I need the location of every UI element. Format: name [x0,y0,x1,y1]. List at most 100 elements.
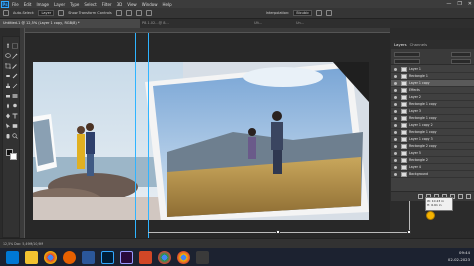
align-center-icon[interactable] [125,10,132,16]
rectangle-tool-icon[interactable] [12,123,18,129]
visibility-eye-icon[interactable] [394,103,397,106]
crop-tool-icon[interactable] [5,63,11,69]
transform-handle[interactable] [276,230,280,234]
visibility-eye-icon[interactable] [394,145,397,148]
chrome-icon-3[interactable] [177,250,190,264]
menu-filter[interactable]: Filter [102,2,112,7]
layer-row[interactable]: Rectangle 1 copy [391,129,474,136]
document-canvas[interactable] [33,62,369,220]
visibility-eye-icon[interactable] [394,117,397,120]
chrome-icon-2[interactable] [158,250,171,264]
horizontal-ruler[interactable] [20,28,390,33]
layer-row[interactable]: Layer 1 [391,66,474,73]
hand-tool-icon[interactable] [5,133,11,139]
menu-file[interactable]: File [12,2,19,7]
show-transform-checkbox[interactable] [58,10,65,16]
move-tool-icon[interactable] [5,43,11,49]
blend-mode-dropdown[interactable] [394,59,420,64]
media-icon[interactable] [196,250,209,264]
visibility-eye-icon[interactable] [394,68,397,71]
cancel-transform-icon[interactable] [316,10,322,16]
chrome-icon[interactable] [44,250,57,264]
menu-type[interactable]: Type [70,2,79,7]
tab-channels[interactable]: Channels [410,42,428,47]
layer-row[interactable]: Rectangle 2 copy [391,143,474,150]
clone-stamp-icon[interactable] [5,83,11,89]
menu-image[interactable]: Image [36,2,49,7]
vertical-guide[interactable] [135,33,136,238]
background-color-swatch[interactable] [10,153,17,160]
visibility-eye-icon[interactable] [394,138,397,141]
magic-wand-icon[interactable] [12,53,18,59]
layer-row[interactable]: Rectangle 1 [391,73,474,80]
distribute-icon[interactable] [145,10,152,16]
word-icon[interactable] [82,250,95,264]
layer-row[interactable]: Layer 1 copy 2 [391,122,474,129]
move-tool-icon[interactable] [3,10,9,16]
premiere-icon[interactable] [120,250,133,264]
interpolation-dropdown[interactable]: Bicubic [293,10,312,16]
system-tray-clock[interactable]: 09:44 02-02-2023 [448,249,470,263]
healing-brush-icon[interactable] [5,73,11,79]
minimize-button[interactable]: — [446,1,451,7]
zoom-tool-icon[interactable] [12,133,18,139]
layer-row[interactable]: Layer 3 [391,108,474,115]
menu-select[interactable]: Select [84,2,96,7]
layer-row[interactable]: Effects [391,87,474,94]
pen-tool-icon[interactable] [5,113,11,119]
tab-document-3[interactable]: Ult... [254,19,294,28]
layer-row[interactable]: Rectangle 1 copy [391,115,474,122]
link-layers-icon[interactable] [418,194,423,199]
layer-row[interactable]: Layer 1 copy [391,80,474,87]
visibility-eye-icon[interactable] [394,110,397,113]
gradient-tool-icon[interactable] [12,93,18,99]
restore-button[interactable]: ❐ [457,1,461,7]
visibility-eye-icon[interactable] [394,173,397,176]
layer-row[interactable]: Rectangle 2 [391,157,474,164]
tab-document-4[interactable]: Un... [296,19,326,28]
eraser-tool-icon[interactable] [5,93,11,99]
layer-row[interactable]: Layer 4 [391,164,474,171]
marquee-tool-icon[interactable] [12,43,18,49]
path-selection-icon[interactable] [5,123,11,129]
menu-3d[interactable]: 3D [117,2,123,7]
layer-row[interactable]: Layer 2 [391,94,474,101]
commit-transform-icon[interactable] [326,10,332,16]
tab-active-document[interactable]: Untitled-1 @ 12,5% (Layer 1 copy, RGB/8)… [0,19,140,28]
photoshop-icon[interactable] [101,250,114,264]
history-brush-icon[interactable] [12,83,18,89]
menu-edit[interactable]: Edit [24,2,32,7]
layer-row[interactable]: Layer 5 [391,150,474,157]
blur-tool-icon[interactable] [5,103,11,109]
menu-view[interactable]: View [127,2,137,7]
visibility-eye-icon[interactable] [394,166,397,169]
align-left-icon[interactable] [115,10,122,16]
layer-row[interactable]: Rectangle 1 copy [391,101,474,108]
menu-layer[interactable]: Layer [54,2,65,7]
visibility-eye-icon[interactable] [394,75,397,78]
vertical-ruler[interactable] [20,28,25,238]
transform-handle-corner[interactable] [407,230,411,234]
align-right-icon[interactable] [135,10,142,16]
lasso-tool-icon[interactable] [5,53,11,59]
firefox-icon[interactable] [63,250,76,264]
new-layer-icon[interactable] [458,194,463,199]
layer-filter-dropdown[interactable] [394,52,420,57]
opacity-field[interactable] [451,52,471,57]
tab-layers[interactable]: Layers [394,42,407,47]
visibility-eye-icon[interactable] [394,82,397,85]
close-button[interactable]: ✕ [468,1,472,7]
layer-row[interactable]: Background [391,171,474,178]
menu-help[interactable]: Help [162,2,171,7]
visibility-eye-icon[interactable] [394,96,397,99]
windows-start-icon[interactable] [6,250,19,264]
visibility-eye-icon[interactable] [394,152,397,155]
type-tool-icon[interactable] [12,113,18,119]
tab-document-2[interactable]: P8.1.02...@ 8... [142,19,252,28]
menu-window[interactable]: Window [142,2,158,7]
auto-select-dropdown[interactable]: Layer [38,10,55,16]
brush-tool-icon[interactable] [12,73,18,79]
visibility-eye-icon[interactable] [394,131,397,134]
vertical-guide-2[interactable] [148,33,149,238]
visibility-eye-icon[interactable] [394,89,397,92]
